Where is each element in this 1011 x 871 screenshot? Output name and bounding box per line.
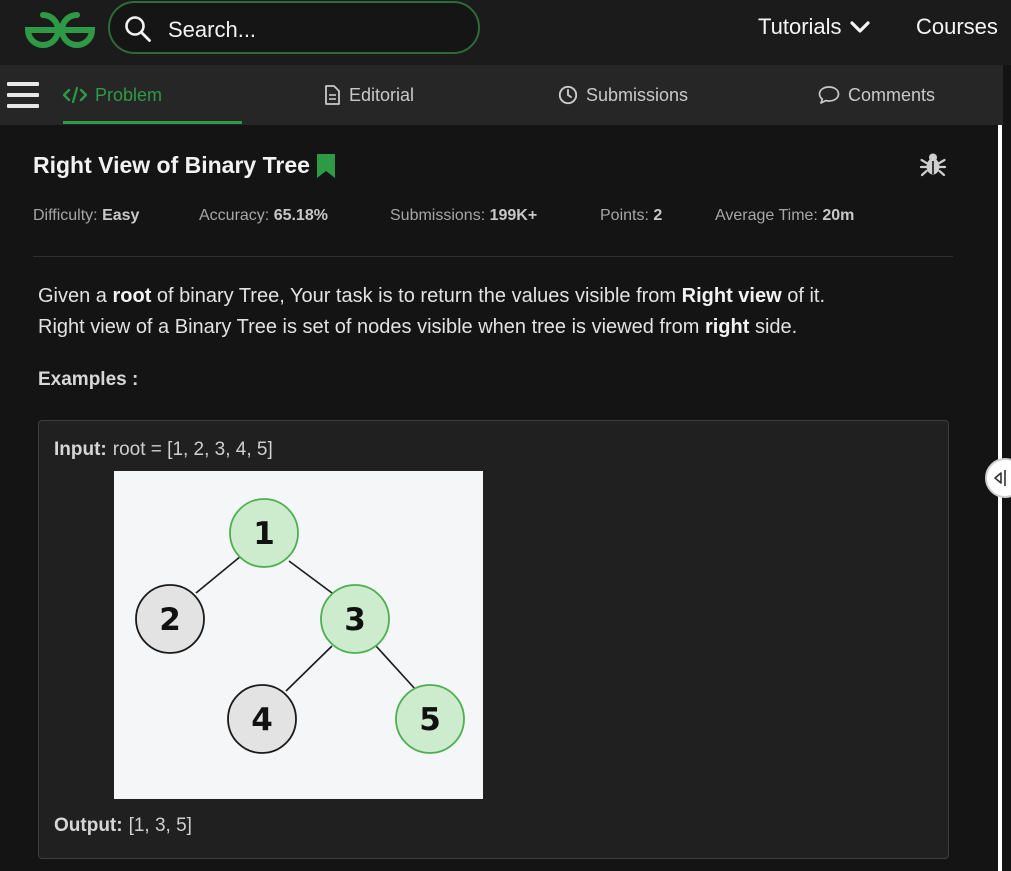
problem-panel: Right View of Binary Tree Difficulty: Ea… bbox=[0, 125, 998, 871]
tab-editorial-label: Editorial bbox=[349, 84, 415, 105]
tab-comments[interactable]: Comments bbox=[818, 65, 935, 125]
bookmark-icon[interactable] bbox=[316, 153, 336, 179]
problem-description: Given a root of binary Tree, Your task i… bbox=[38, 281, 958, 343]
search-box[interactable]: Search... bbox=[108, 1, 480, 54]
tree-edge-1-2 bbox=[195, 555, 242, 594]
accuracy-label: Accuracy: bbox=[199, 207, 274, 224]
report-bug-icon[interactable] bbox=[919, 150, 947, 178]
tree-node-3: 3 bbox=[320, 584, 390, 654]
tree-edge-3-5 bbox=[375, 645, 417, 691]
accuracy-stat: Accuracy: 65.18% bbox=[199, 207, 328, 225]
desc-text: side. bbox=[749, 316, 798, 338]
search-icon bbox=[125, 16, 151, 42]
tab-submissions-label: Submissions bbox=[586, 84, 689, 105]
collapse-arrow-icon bbox=[994, 470, 1006, 486]
submissions-stat: Submissions: 199K+ bbox=[390, 207, 537, 225]
tab-problem-label: Problem bbox=[95, 84, 163, 105]
accuracy-value: 65.18% bbox=[273, 207, 328, 224]
desc-bold: right bbox=[704, 316, 750, 338]
submissions-label: Submissions: bbox=[390, 207, 490, 224]
difficulty-value: Easy bbox=[102, 207, 140, 224]
nav-courses[interactable]: Courses bbox=[916, 14, 998, 40]
points-label: Points: bbox=[600, 207, 654, 224]
clock-icon bbox=[558, 85, 578, 105]
problem-title: Right View of Binary Tree bbox=[33, 152, 336, 179]
tab-problem[interactable]: Problem bbox=[63, 65, 162, 125]
tree-node-1: 1 bbox=[229, 498, 299, 568]
nav-tutorials-label: Tutorials bbox=[758, 14, 842, 39]
desc-text: Given a bbox=[38, 285, 113, 307]
chevron-down-icon bbox=[849, 21, 870, 33]
top-navbar: Search... Tutorials Courses bbox=[0, 0, 1011, 65]
output-value: [1, 3, 5] bbox=[128, 815, 192, 836]
points-value: 2 bbox=[653, 207, 663, 224]
desc-bold: Right view bbox=[681, 285, 782, 307]
comment-icon bbox=[818, 86, 840, 104]
tree-node-label: 2 bbox=[159, 602, 181, 638]
output-label: Output: bbox=[54, 815, 123, 836]
difficulty-stat: Difficulty: Easy bbox=[33, 207, 139, 225]
example-output: Output: [1, 3, 5] bbox=[54, 815, 192, 837]
desc-text: Right view of a Binary Tree is set of no… bbox=[38, 316, 705, 338]
examples-heading: Examples : bbox=[38, 369, 139, 390]
description-line-2: Right view of a Binary Tree is set of no… bbox=[38, 312, 958, 343]
tree-edge-1-3 bbox=[288, 560, 333, 594]
tree-node-label: 1 bbox=[253, 516, 275, 552]
document-icon bbox=[325, 85, 340, 105]
problem-tabbar: Problem Editorial Submissions Comments bbox=[0, 65, 1003, 125]
tree-node-4: 4 bbox=[227, 684, 297, 754]
tree-edge-3-4 bbox=[285, 645, 333, 692]
input-value: root = [1, 2, 3, 4, 5] bbox=[112, 439, 273, 460]
average-time-label: Average Time: bbox=[715, 207, 823, 224]
tab-editorial[interactable]: Editorial bbox=[323, 65, 414, 125]
active-tab-indicator bbox=[63, 121, 242, 124]
description-line-1: Given a root of binary Tree, Your task i… bbox=[38, 281, 958, 312]
tree-diagram: 1 2 3 4 5 bbox=[114, 471, 483, 799]
menu-icon[interactable] bbox=[7, 82, 39, 108]
input-label: Input: bbox=[54, 439, 107, 460]
panel-collapse-handle[interactable] bbox=[985, 458, 1011, 498]
tree-node-2: 2 bbox=[135, 584, 205, 654]
meta-divider bbox=[33, 256, 953, 257]
tab-comments-label: Comments bbox=[848, 84, 936, 105]
tab-submissions[interactable]: Submissions bbox=[558, 65, 688, 125]
search-placeholder: Search... bbox=[168, 17, 257, 42]
tree-node-label: 3 bbox=[344, 602, 366, 638]
problem-title-text: Right View of Binary Tree bbox=[33, 152, 310, 178]
example-block: Input: root = [1, 2, 3, 4, 5] 1 2 3 4 5 Outpu… bbox=[38, 420, 949, 859]
example-input: Input: root = [1, 2, 3, 4, 5] bbox=[54, 439, 273, 461]
desc-text: of it. bbox=[781, 285, 826, 307]
tree-node-label: 5 bbox=[419, 702, 441, 738]
tree-node-5: 5 bbox=[395, 684, 465, 754]
tree-node-label: 4 bbox=[251, 702, 273, 738]
average-time-stat: Average Time: 20m bbox=[715, 207, 854, 225]
nav-tutorials[interactable]: Tutorials bbox=[758, 14, 870, 40]
submissions-value: 199K+ bbox=[489, 207, 538, 224]
desc-bold: root bbox=[112, 285, 152, 307]
points-stat: Points: 2 bbox=[600, 207, 662, 225]
desc-text: of binary Tree, Your task is to return t… bbox=[151, 285, 682, 307]
average-time-value: 20m bbox=[822, 207, 855, 224]
gfg-logo-icon[interactable] bbox=[22, 8, 98, 48]
code-icon bbox=[63, 87, 87, 103]
tree-diagram-svg: 1 2 3 4 5 bbox=[135, 498, 465, 754]
difficulty-label: Difficulty: bbox=[33, 207, 103, 224]
